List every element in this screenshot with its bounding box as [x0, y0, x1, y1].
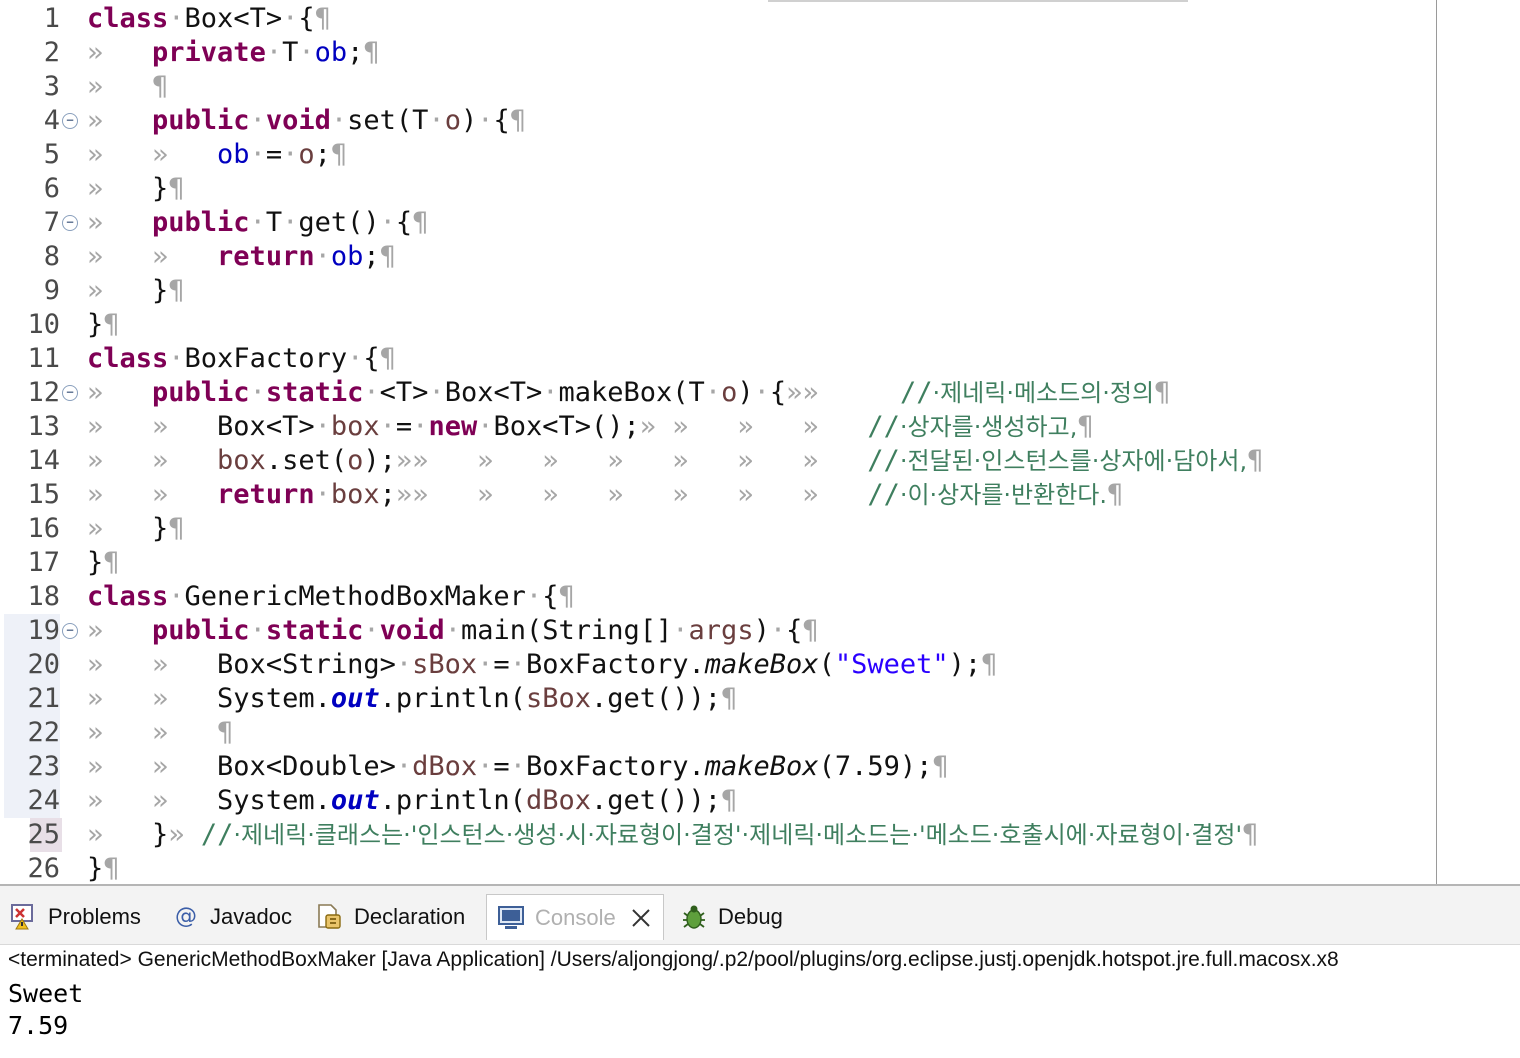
line-number: 7: [43, 207, 60, 238]
code-line[interactable]: » public·static·<T>·Box<T>·makeBox(T·o)·…: [87, 376, 1170, 410]
line-number: 24: [27, 785, 60, 816]
line-number: 9: [43, 275, 60, 306]
line-number: 11: [27, 343, 60, 374]
code-line[interactable]: » ¶: [87, 70, 168, 104]
tab-declaration-label: Declaration: [354, 904, 466, 929]
code-line[interactable]: » }¶: [87, 172, 185, 206]
problems-icon: [10, 903, 38, 931]
line-number: 25: [27, 819, 60, 850]
line-number: 14: [27, 445, 60, 476]
tab-declaration[interactable]: Declaration: [316, 894, 465, 940]
code-line[interactable]: » }» //·제네릭·클래스는·'인스턴스·생성·시·자료형이·결정'·제네릭…: [87, 818, 1258, 852]
code-line[interactable]: » » return·box;»» » » » » » » //·이·상자를·반…: [87, 478, 1123, 512]
editor-top-border: [768, 0, 1188, 2]
code-line[interactable]: » » return·ob;¶: [87, 240, 396, 274]
tab-javadoc-label: Javadoc: [210, 904, 292, 929]
code-line[interactable]: » » Box<T>·box·=·new·Box<T>();» » » » //…: [87, 410, 1094, 444]
tab-debug-label: Debug: [718, 904, 783, 929]
code-line[interactable]: » » box.set(o);»» » » » » » » //·전달된·인스턴…: [87, 444, 1263, 478]
code-line[interactable]: }¶: [87, 308, 120, 342]
fold-toggle-icon[interactable]: −: [62, 623, 78, 639]
code-line[interactable]: }¶: [87, 546, 120, 580]
line-number: 5: [43, 139, 60, 170]
line-number: 26: [27, 853, 60, 884]
tab-console[interactable]: Console: [486, 894, 664, 940]
code-line[interactable]: » » ¶: [87, 716, 233, 750]
line-number: 8: [43, 241, 60, 272]
code-line[interactable]: class·BoxFactory·{¶: [87, 342, 396, 376]
line-number: 3: [43, 71, 60, 102]
tab-javadoc[interactable]: @ Javadoc: [172, 894, 292, 940]
line-number: 21: [27, 683, 60, 714]
line-number: 20: [27, 649, 60, 680]
code-line[interactable]: » » System.out.println(dBox.get());¶: [87, 784, 737, 818]
fold-toggle-icon[interactable]: −: [62, 215, 78, 231]
code-line[interactable]: » }¶: [87, 274, 185, 308]
console-output-line: 7.59: [8, 1011, 69, 1040]
tab-problems[interactable]: Problems: [10, 894, 141, 940]
line-number: 18: [27, 581, 60, 612]
line-number: 6: [43, 173, 60, 204]
line-number: 23: [27, 751, 60, 782]
bottom-panel: Problems @ Javadoc Declaration Console D…: [0, 886, 1520, 1058]
code-line[interactable]: » public·static·void·main(String[]·args)…: [87, 614, 819, 648]
line-number: 4: [43, 105, 60, 136]
code-line[interactable]: class·Box<T>·{¶: [87, 2, 331, 36]
fold-toggle-icon[interactable]: −: [62, 385, 78, 401]
line-number: 15: [27, 479, 60, 510]
javadoc-icon: @: [175, 904, 197, 929]
code-line[interactable]: » public·void·set(T·o)·{¶: [87, 104, 526, 138]
console-status-line: <terminated> GenericMethodBoxMaker [Java…: [8, 948, 1339, 971]
line-number: 17: [27, 547, 60, 578]
code-line[interactable]: » » ob·=·o;¶: [87, 138, 347, 172]
console-output-line: Sweet: [8, 979, 84, 1008]
line-number: 2: [43, 37, 60, 68]
code-line[interactable]: class·GenericMethodBoxMaker·{¶: [87, 580, 575, 614]
line-number: 10: [27, 309, 60, 340]
code-line[interactable]: » » System.out.println(sBox.get());¶: [87, 682, 737, 716]
code-line[interactable]: » private·T·ob;¶: [87, 36, 380, 70]
debug-icon: [680, 903, 708, 931]
line-number: 22: [27, 717, 60, 748]
line-number: 16: [27, 513, 60, 544]
code-line[interactable]: » » Box<String>·sBox·=·BoxFactory.makeBo…: [87, 648, 997, 682]
declaration-icon: [316, 903, 344, 931]
tab-problems-label: Problems: [48, 904, 141, 929]
fold-toggle-icon[interactable]: −: [62, 113, 78, 129]
print-margin-line: [1436, 0, 1437, 884]
code-line[interactable]: » }¶: [87, 512, 185, 546]
tab-debug[interactable]: Debug: [680, 894, 783, 940]
line-number-gutter: 1 2 3 4−5 6 7−8 9 10 11 12−13 14 15 16 17 18 19−20 21 22 2…: [0, 0, 80, 886]
code-line[interactable]: » » Box<Double>·dBox·=·BoxFactory.makeBo…: [87, 750, 949, 784]
code-editor[interactable]: 1 2 3 4−5 6 7−8 9 10 11 12−13 14 15 16 17 18 19−20 21 22 2…: [0, 0, 1520, 886]
line-number: 19: [27, 615, 60, 646]
close-icon[interactable]: [630, 907, 652, 929]
line-number: 12: [27, 377, 60, 408]
tab-console-label: Console: [535, 904, 616, 930]
code-line[interactable]: » public·T·get()·{¶: [87, 206, 428, 240]
panel-tab-bar: Problems @ Javadoc Declaration Console D…: [0, 886, 1520, 945]
console-icon: [497, 904, 525, 932]
line-number: 1: [43, 3, 60, 34]
line-number: 13: [27, 411, 60, 442]
code-line[interactable]: }¶: [87, 852, 120, 886]
